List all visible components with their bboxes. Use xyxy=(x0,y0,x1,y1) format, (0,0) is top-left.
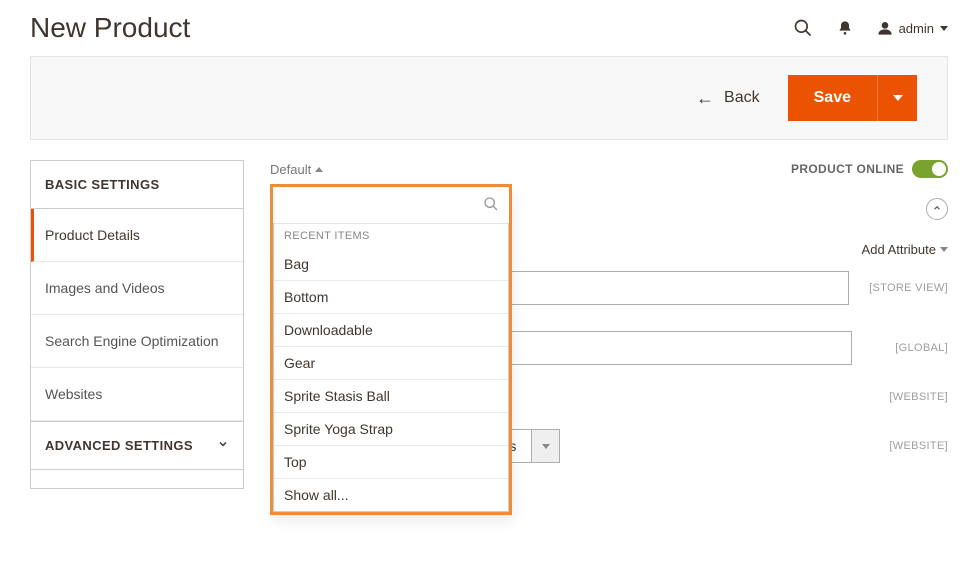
add-attribute-button[interactable]: Add Attribute xyxy=(862,242,948,257)
default-label: Default xyxy=(270,162,311,177)
save-dropdown-button[interactable] xyxy=(877,75,917,121)
dropdown-item-showall[interactable]: Show all... xyxy=(274,479,508,511)
chevron-down-icon xyxy=(217,438,229,453)
back-label: Back xyxy=(724,89,760,107)
chevron-down-icon xyxy=(893,95,903,101)
dropdown-item-bag[interactable]: Bag xyxy=(274,248,508,281)
dropdown-item-yoga[interactable]: Sprite Yoga Strap xyxy=(274,413,508,446)
dropdown-item-stasis[interactable]: Sprite Stasis Ball xyxy=(274,380,508,413)
product-online-status: PRODUCT ONLINE xyxy=(791,160,948,178)
scope-global: [GLOBAL] xyxy=(895,342,948,354)
dropdown-item-top[interactable]: Top xyxy=(274,446,508,479)
user-label: admin xyxy=(899,21,934,36)
sidebar-item-seo[interactable]: Search Engine Optimization xyxy=(31,315,243,368)
sidebar-item-websites[interactable]: Websites xyxy=(31,368,243,421)
scope-website: [WEBSITE] xyxy=(889,391,948,403)
header-actions: admin xyxy=(793,18,948,38)
dropdown-item-downloadable[interactable]: Downloadable xyxy=(274,314,508,347)
chevron-down-icon xyxy=(542,444,550,449)
search-icon[interactable] xyxy=(473,196,509,215)
add-attribute-label: Add Attribute xyxy=(862,242,936,257)
dropdown-search-row xyxy=(273,187,509,223)
sidebar-basic-items: Product Details Images and Videos Search… xyxy=(31,209,243,421)
bell-icon[interactable] xyxy=(837,19,853,37)
content-area: Default PRODUCT ONLINE RECENT ITEMS Bag … xyxy=(270,160,948,489)
sidebar-item-product-details[interactable]: Product Details xyxy=(31,209,243,262)
user-icon xyxy=(877,20,893,36)
advanced-settings-label: ADVANCED SETTINGS xyxy=(45,438,193,453)
chevron-up-icon xyxy=(315,167,323,172)
scope-store-view: [STORE VIEW] xyxy=(869,282,948,294)
dropdown-list: RECENT ITEMS Bag Bottom Downloadable Gea… xyxy=(273,223,509,512)
chevron-down-icon xyxy=(940,26,948,31)
collapse-section-button[interactable] xyxy=(926,198,948,220)
page-title: New Product xyxy=(30,12,190,44)
dropdown-recent-heading: RECENT ITEMS xyxy=(274,223,508,248)
dropdown-item-bottom[interactable]: Bottom xyxy=(274,281,508,314)
back-button[interactable]: ← Back xyxy=(696,88,760,109)
action-bar: ← Back Save xyxy=(30,56,948,140)
arrow-left-icon: ← xyxy=(696,88,714,109)
attribute-set-selector[interactable]: Default xyxy=(270,162,323,177)
top-controls: Default PRODUCT ONLINE xyxy=(270,160,948,178)
chevron-up-icon xyxy=(932,203,942,216)
user-menu[interactable]: admin xyxy=(877,20,948,36)
sidebar-item-images[interactable]: Images and Videos xyxy=(31,262,243,315)
main-layout: BASIC SETTINGS Product Details Images an… xyxy=(0,160,978,489)
chevron-down-icon xyxy=(940,247,948,252)
save-button[interactable]: Save xyxy=(788,75,877,121)
sidebar: BASIC SETTINGS Product Details Images an… xyxy=(30,160,244,489)
dropdown-item-gear[interactable]: Gear xyxy=(274,347,508,380)
search-icon[interactable] xyxy=(793,18,813,38)
attribute-set-dropdown: RECENT ITEMS Bag Bottom Downloadable Gea… xyxy=(270,184,512,515)
dropdown-search-input[interactable] xyxy=(273,187,473,223)
save-split-button: Save xyxy=(788,75,917,121)
product-online-label: PRODUCT ONLINE xyxy=(791,162,904,176)
product-online-toggle[interactable] xyxy=(912,160,948,178)
page-header: New Product admin xyxy=(0,0,978,56)
advanced-settings-heading[interactable]: ADVANCED SETTINGS xyxy=(31,421,243,470)
basic-settings-heading[interactable]: BASIC SETTINGS xyxy=(31,161,243,209)
tax-select-button[interactable] xyxy=(532,429,560,463)
scope-website: [WEBSITE] xyxy=(889,440,948,452)
